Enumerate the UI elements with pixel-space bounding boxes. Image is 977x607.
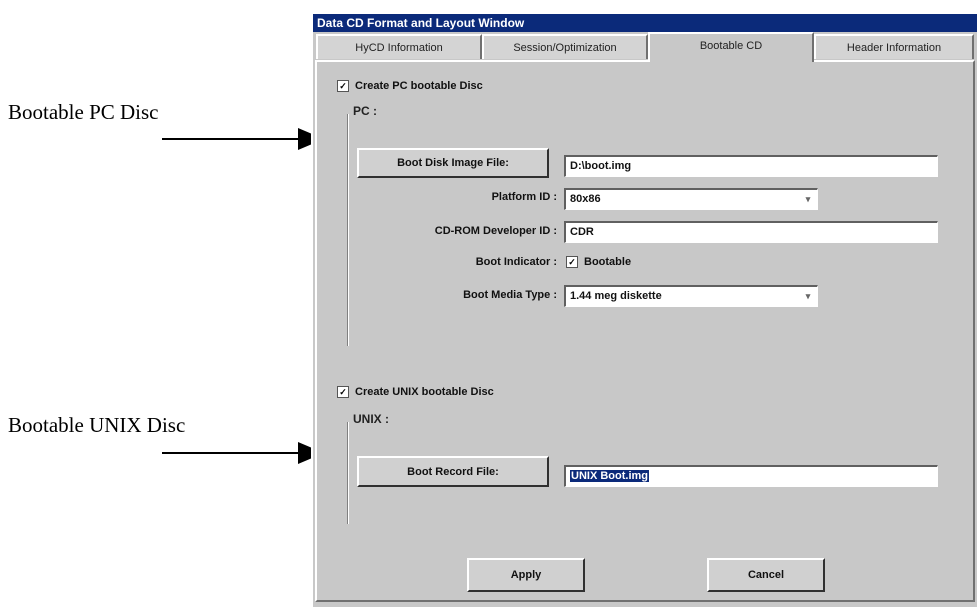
apply-button[interactable]: Apply (467, 558, 585, 592)
cdrom-developer-id-field[interactable]: CDR (564, 221, 938, 243)
window-title: Data CD Format and Layout Window (313, 14, 977, 32)
boot-media-type-value: 1.44 meg diskette (570, 290, 662, 302)
create-pc-bootable-checkbox[interactable]: ✓ Create PC bootable Disc (337, 80, 483, 92)
unix-group-border (347, 422, 348, 524)
create-unix-bootable-label: Create UNIX bootable Disc (355, 386, 494, 398)
dropdown-arrow-icon[interactable]: ▾ (801, 289, 815, 303)
check-icon: ✓ (566, 256, 578, 268)
create-pc-bootable-label: Create PC bootable Disc (355, 80, 483, 92)
dropdown-arrow-icon[interactable]: ▾ (801, 192, 815, 206)
tab-hycd-information[interactable]: HyCD Information (316, 34, 482, 59)
create-unix-bootable-checkbox[interactable]: ✓ Create UNIX bootable Disc (337, 386, 494, 398)
boot-indicator-label: Boot Indicator : (475, 256, 557, 268)
pc-group-label: PC : (353, 104, 377, 118)
boot-record-file-field[interactable]: UNIX Boot.img (564, 465, 938, 487)
bootable-cd-panel: ✓ Create PC bootable Disc PC : Boot Disk… (315, 60, 975, 602)
callout-pc-arrow-line (162, 138, 302, 140)
callout-unix-arrow-line (162, 452, 302, 454)
check-icon: ✓ (337, 386, 349, 398)
callout-bootable-pc: Bootable PC Disc (8, 100, 159, 124)
platform-id-label: Platform ID : (491, 191, 557, 203)
boot-disk-image-button[interactable]: Boot Disk Image File: (357, 148, 549, 178)
cancel-button[interactable]: Cancel (707, 558, 825, 592)
cdrom-developer-id-label: CD-ROM Developer ID : (434, 225, 557, 237)
tab-bootable-cd[interactable]: Bootable CD (648, 32, 814, 62)
data-cd-format-window: Data CD Format and Layout Window HyCD In… (311, 13, 977, 607)
bootable-checkbox-label: Bootable (584, 256, 632, 268)
bootable-checkbox[interactable]: ✓ Bootable (566, 256, 631, 268)
tab-header-information[interactable]: Header Information (814, 34, 974, 59)
pc-group-border (347, 114, 348, 346)
boot-media-type-select[interactable]: 1.44 meg diskette ▾ (564, 285, 818, 307)
tab-session-optimization[interactable]: Session/Optimization (482, 34, 648, 59)
boot-record-file-value: UNIX Boot.img (570, 470, 649, 482)
boot-record-file-button[interactable]: Boot Record File: (357, 456, 549, 487)
callout-bootable-unix: Bootable UNIX Disc (8, 413, 186, 437)
platform-id-value: 80x86 (570, 193, 601, 205)
boot-media-type-label: Boot Media Type : (463, 289, 557, 301)
boot-disk-image-field[interactable]: D:\boot.img (564, 155, 938, 177)
unix-group-label: UNIX : (353, 412, 389, 426)
check-icon: ✓ (337, 80, 349, 92)
platform-id-select[interactable]: 80x86 ▾ (564, 188, 818, 210)
